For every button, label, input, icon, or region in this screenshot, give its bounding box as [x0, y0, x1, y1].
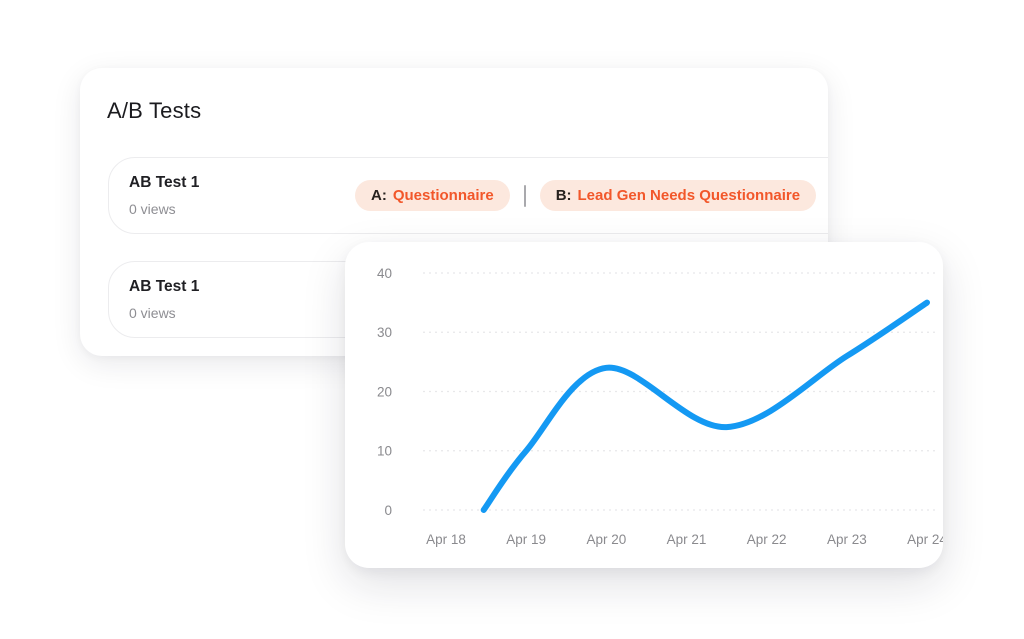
x-tick-label: Apr 20 — [586, 532, 626, 547]
ab-test-name: AB Test 1 — [129, 174, 199, 192]
variant-b-label: Lead Gen Needs Questionnaire — [578, 187, 801, 204]
x-tick-label: Apr 23 — [827, 532, 867, 547]
variant-a-badge[interactable]: A: Questionnaire — [355, 180, 510, 211]
views-line-chart: 0 10 20 30 40 Apr 18 Apr 19 Apr 20 Apr 21 Apr 22 A… — [345, 242, 943, 568]
y-tick-label: 40 — [377, 266, 392, 281]
ab-test-row[interactable]: AB Test 1 0 views A: Questionnaire B: Le… — [108, 157, 828, 234]
variant-b-prefix: B: — [556, 187, 572, 204]
chart-card: 0 10 20 30 40 Apr 18 Apr 19 Apr 20 Apr 21 Apr 22 A… — [345, 242, 943, 568]
variant-a-label: Questionnaire — [393, 187, 494, 204]
y-tick-label: 10 — [377, 444, 392, 459]
ab-test-name: AB Test 1 — [129, 278, 199, 296]
x-tick-label: Apr 21 — [667, 532, 707, 547]
y-tick-label: 0 — [384, 503, 392, 518]
variant-b-badge[interactable]: B: Lead Gen Needs Questionnaire — [540, 180, 816, 211]
variant-a-prefix: A: — [371, 187, 387, 204]
y-tick-label: 30 — [377, 325, 392, 340]
badge-divider — [524, 185, 526, 207]
variant-badges: A: Questionnaire B: Lead Gen Needs Quest… — [355, 158, 816, 233]
x-tick-label: Apr 22 — [747, 532, 787, 547]
page-title: A/B Tests — [107, 98, 201, 124]
y-tick-label: 20 — [377, 384, 392, 399]
line-series-views — [484, 303, 927, 510]
x-tick-label: Apr 24 — [907, 532, 943, 547]
x-tick-label: Apr 18 — [426, 532, 466, 547]
x-tick-label: Apr 19 — [506, 532, 546, 547]
ab-test-views: 0 views — [129, 201, 176, 217]
ab-test-views: 0 views — [129, 305, 176, 321]
canvas: A/B Tests AB Test 1 0 views A: Questionn… — [0, 0, 1024, 639]
